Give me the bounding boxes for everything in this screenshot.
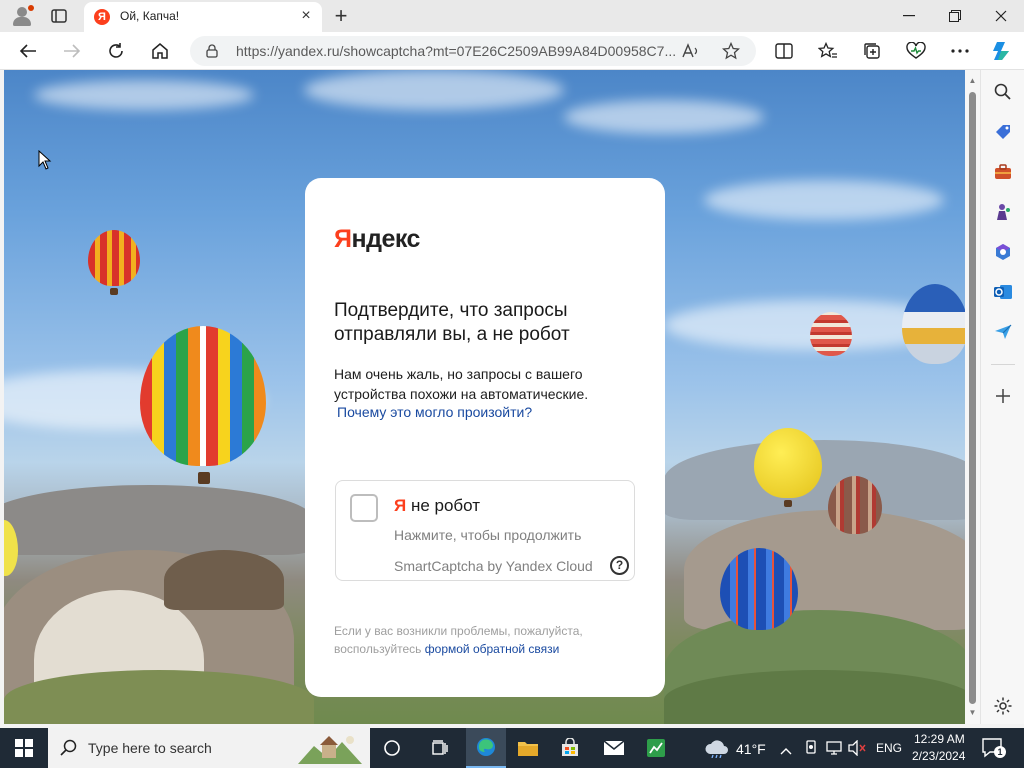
restore-icon[interactable] xyxy=(932,0,978,32)
close-window-icon[interactable] xyxy=(978,0,1024,32)
taskbar-search-icon xyxy=(60,739,78,762)
balloon-blue-image xyxy=(720,548,798,640)
scroll-up-icon[interactable]: ▲ xyxy=(967,76,978,86)
address-bar[interactable]: https://yandex.ru/showcaptcha?mt=07E26C2… xyxy=(190,36,756,66)
sidebar-outlook-icon[interactable] xyxy=(993,282,1013,302)
favorites-icon[interactable] xyxy=(816,39,840,63)
favorite-star-icon[interactable] xyxy=(722,42,740,60)
sidebar-add-icon[interactable] xyxy=(993,386,1013,406)
captcha-title: Подтвердите, что запросы отправляли вы, … xyxy=(334,300,570,345)
more-menu-icon[interactable] xyxy=(948,39,972,63)
split-screen-icon[interactable] xyxy=(772,39,796,63)
help-icon[interactable]: ? xyxy=(610,556,629,575)
sidebar-m365-icon[interactable] xyxy=(993,242,1013,262)
why-link[interactable]: Почему это могло произойти? xyxy=(337,404,532,420)
url-text[interactable]: https://yandex.ru/showcaptcha?mt=07E26C2… xyxy=(236,43,676,59)
notification-badge: 1 xyxy=(994,746,1006,758)
balloon-yellow-image xyxy=(754,428,822,508)
refresh-icon[interactable] xyxy=(104,39,128,63)
tab-active[interactable]: Я Ой, Капча! × xyxy=(84,2,322,32)
taskbar-search-box[interactable]: Type here to search xyxy=(48,728,370,768)
task-view-circle-icon[interactable] xyxy=(372,728,412,768)
weather-icon[interactable] xyxy=(704,738,730,763)
taskbar-explorer-icon[interactable] xyxy=(508,728,548,768)
taskbar-finance-icon[interactable] xyxy=(636,728,676,768)
sidebar-divider xyxy=(991,364,1015,365)
taskbar-store-icon[interactable] xyxy=(550,728,590,768)
tab-title: Ой, Капча! xyxy=(120,9,180,23)
tray-overflow-icon[interactable] xyxy=(780,742,792,760)
scroll-down-icon[interactable]: ▼ xyxy=(967,708,978,718)
lock-icon[interactable] xyxy=(206,44,218,63)
mouse-cursor-icon xyxy=(38,149,52,175)
sidebar-search-icon[interactable] xyxy=(993,82,1013,102)
sidebar-settings-icon[interactable] xyxy=(993,696,1013,716)
read-aloud-icon[interactable] xyxy=(682,42,700,60)
smartcaptcha-brand: SmartCaptcha by Yandex Cloud xyxy=(394,558,593,574)
balloon-blue-white-image xyxy=(902,284,965,376)
taskbar-edge-icon[interactable] xyxy=(466,728,506,768)
sidebar-games-icon[interactable] xyxy=(993,202,1013,222)
balloon-brown-image xyxy=(828,476,882,542)
not-robot-label[interactable]: Я не робот xyxy=(394,496,480,516)
smartcaptcha-widget[interactable]: Я не робот Нажмите, чтобы продолжить Sma… xyxy=(335,480,635,581)
task-view-icon[interactable] xyxy=(420,728,460,768)
checkbox-hint: Нажмите, чтобы продолжить xyxy=(394,527,582,543)
search-highlight-image xyxy=(298,732,362,764)
forward-icon[interactable] xyxy=(60,39,84,63)
feedback-form-link[interactable]: формой обратной связи xyxy=(425,642,560,656)
windows-start-icon[interactable] xyxy=(0,728,48,768)
tray-time[interactable]: 12:29 AM xyxy=(914,732,965,746)
balloon-edge-yellow-image xyxy=(4,520,18,580)
balloon-striped-image xyxy=(810,312,852,364)
sidebar-shopping-icon[interactable] xyxy=(993,122,1013,142)
browser-title-bar: Я Ой, Капча! × + xyxy=(0,0,1024,32)
taskbar-search-placeholder[interactable]: Type here to search xyxy=(88,740,212,756)
tab-actions-icon[interactable] xyxy=(50,7,68,25)
yandex-favicon-icon: Я xyxy=(94,9,110,25)
copilot-icon[interactable] xyxy=(990,39,1014,63)
taskbar-mail-icon[interactable] xyxy=(594,728,634,768)
tray-network-icon[interactable] xyxy=(826,740,842,761)
vertical-scrollbar[interactable]: ▲ ▼ xyxy=(965,70,980,724)
home-icon[interactable] xyxy=(148,39,172,63)
captcha-card: Яндекс Подтвердите, что запросы отправля… xyxy=(305,178,665,697)
tray-volume-muted-icon[interactable] xyxy=(848,739,866,761)
feedback-footer: Если у вас возникли проблемы, пожалуйста… xyxy=(334,622,634,658)
edge-sidebar xyxy=(980,70,1024,724)
balloon-patchwork-image xyxy=(140,326,266,490)
browser-essentials-icon[interactable] xyxy=(904,39,928,63)
new-tab-icon[interactable]: + xyxy=(331,5,351,27)
sidebar-tools-icon[interactable] xyxy=(993,162,1013,182)
sidebar-drop-icon[interactable] xyxy=(993,322,1013,342)
windows-taskbar: Type here to search 41°F ENG 12:29 AM 2/… xyxy=(0,728,1024,768)
scrollbar-thumb[interactable] xyxy=(969,92,976,704)
yandex-logo[interactable]: Яндекс xyxy=(334,225,420,254)
not-robot-checkbox[interactable] xyxy=(350,494,378,522)
tray-date[interactable]: 2/23/2024 xyxy=(912,749,965,763)
balloon-red-image xyxy=(88,230,140,300)
back-icon[interactable] xyxy=(16,39,40,63)
tray-device-icon[interactable] xyxy=(804,740,818,761)
tab-close-icon[interactable]: × xyxy=(298,8,314,24)
weather-temp[interactable]: 41°F xyxy=(736,741,766,757)
tray-language[interactable]: ENG xyxy=(876,741,902,755)
browser-toolbar: https://yandex.ru/showcaptcha?mt=07E26C2… xyxy=(0,32,1024,70)
profile-avatar-icon[interactable] xyxy=(10,5,34,27)
collections-icon[interactable] xyxy=(860,39,884,63)
notification-center-icon[interactable]: 1 xyxy=(982,738,1006,760)
captcha-description: Нам очень жаль, но запросы с вашего устр… xyxy=(334,366,589,402)
minimize-icon[interactable] xyxy=(886,0,932,32)
